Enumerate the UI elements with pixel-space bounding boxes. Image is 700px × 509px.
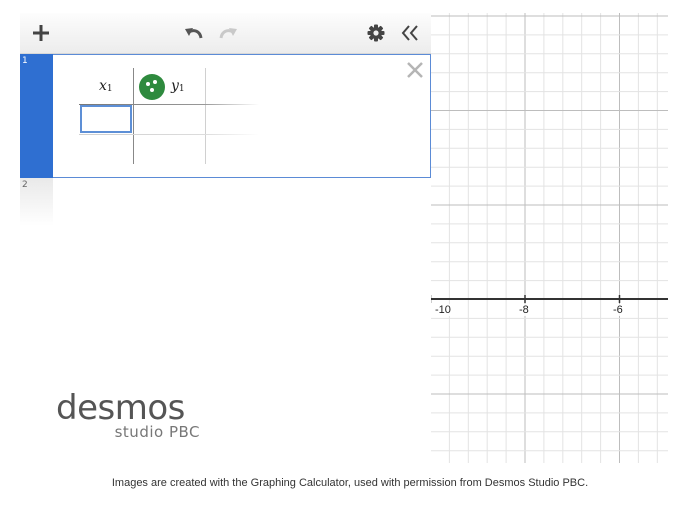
undo-icon	[185, 28, 203, 39]
redo-icon	[219, 28, 237, 39]
x-tick-label: -8	[518, 304, 530, 316]
desmos-logo: desmos studio PBC	[56, 391, 226, 441]
column-sub: 1	[106, 84, 113, 94]
expression-row-1[interactable]: 1 x1 y1	[20, 54, 431, 178]
expression-row-2[interactable]: 2	[20, 178, 53, 226]
point-style-icon[interactable]	[139, 74, 165, 100]
x-tick-label: -6	[612, 304, 624, 316]
logo-main-text: desmos	[56, 388, 185, 428]
table-cell-x1-input[interactable]	[80, 105, 132, 133]
column-divider	[133, 68, 134, 164]
settings-button[interactable]	[362, 13, 390, 53]
collapse-panel-button[interactable]	[396, 13, 424, 53]
double-chevron-left-icon	[401, 25, 418, 41]
row-number: 2	[22, 180, 28, 190]
undo-button[interactable]	[180, 13, 208, 53]
column-var: x	[99, 78, 107, 94]
x-tick-label: -10	[434, 304, 452, 316]
add-expression-button[interactable]	[26, 13, 56, 53]
expression-list: 1 x1 y1 2 desmos studio PBC	[20, 13, 431, 463]
column-header-x[interactable]: x1	[99, 68, 113, 104]
expression-tab-1[interactable]: 1	[20, 54, 53, 178]
delete-expression-icon[interactable]	[406, 61, 424, 79]
column-sub: 1	[178, 84, 185, 94]
column-header-y[interactable]: y1	[171, 68, 185, 104]
expression-toolbar	[20, 13, 431, 54]
graph-paper[interactable]: -10 -8 -6	[431, 13, 668, 463]
plus-icon	[33, 25, 49, 41]
row-number: 1	[22, 56, 28, 66]
column-divider	[205, 68, 206, 164]
table: x1 y1	[79, 68, 259, 168]
row-divider	[79, 134, 259, 135]
gear-icon	[367, 24, 385, 42]
image-caption: Images are created with the Graphing Cal…	[111, 477, 589, 489]
redo-button[interactable]	[214, 13, 242, 53]
column-var: y	[171, 78, 179, 94]
graph-grid	[431, 13, 668, 463]
